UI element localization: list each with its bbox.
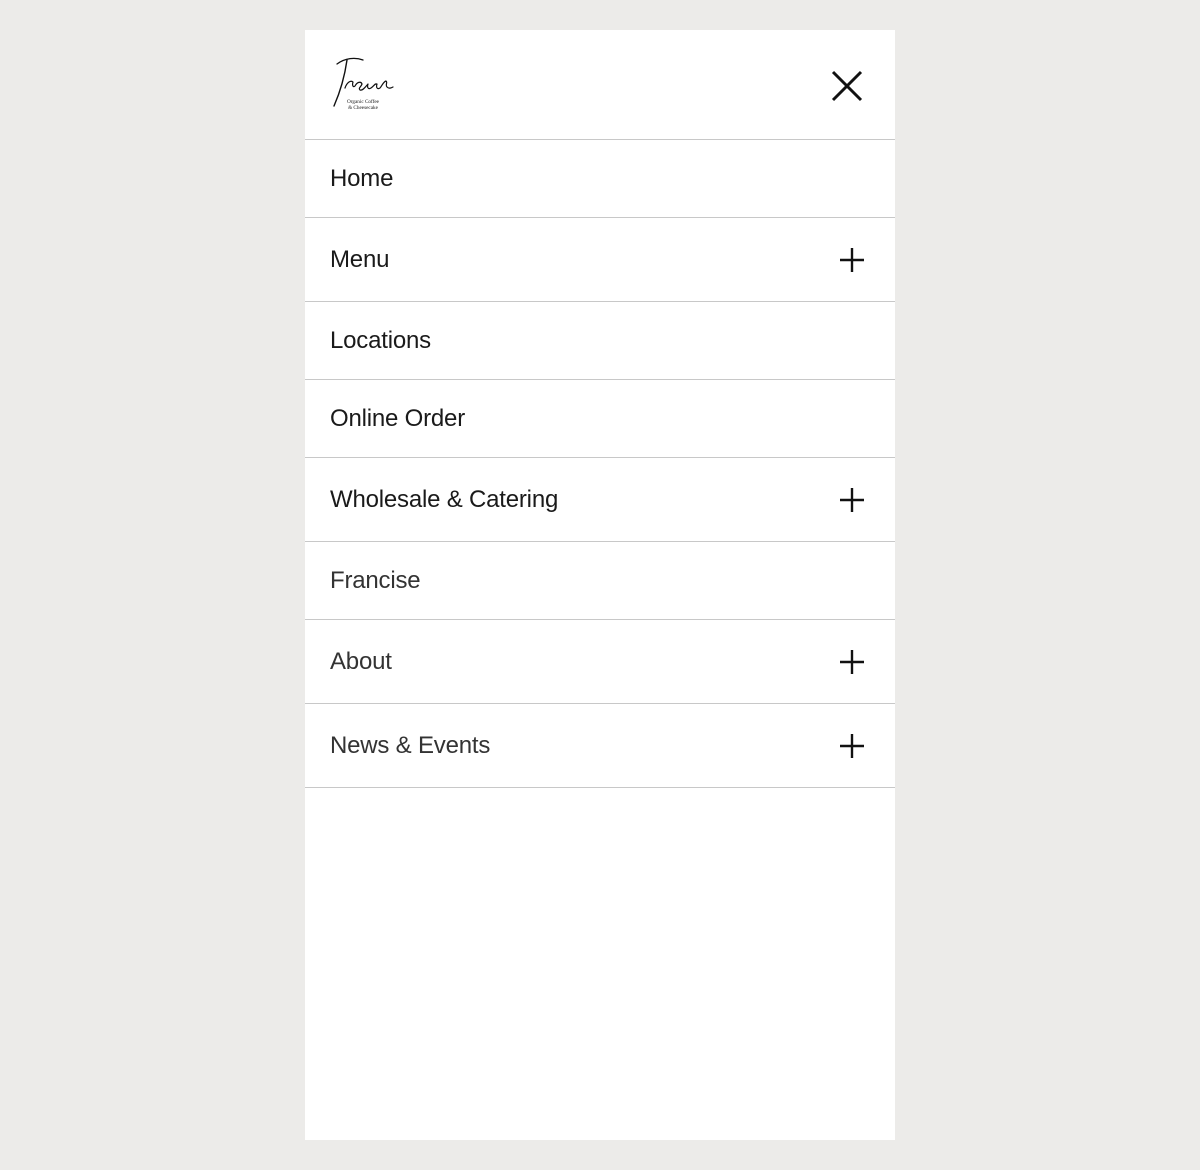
brand-tagline-line2: & Cheesecake bbox=[348, 105, 379, 111]
close-icon bbox=[831, 70, 863, 102]
nav-item-label: Wholesale & Catering bbox=[330, 485, 559, 513]
nav-menu-list: Home Menu Locations Online Order Wholesa… bbox=[305, 140, 895, 788]
nav-item-about[interactable]: About bbox=[305, 620, 895, 704]
nav-item-news-events[interactable]: News & Events bbox=[305, 704, 895, 788]
nav-item-label: Locations bbox=[330, 326, 431, 354]
brand-logo[interactable]: Organic Coffee & Cheesecake bbox=[331, 54, 403, 112]
nav-item-label: Menu bbox=[330, 245, 390, 273]
plus-icon[interactable] bbox=[839, 487, 865, 513]
plus-icon[interactable] bbox=[839, 733, 865, 759]
nav-item-online-order[interactable]: Online Order bbox=[305, 380, 895, 458]
trees-logo-mark: Organic Coffee & Cheesecake bbox=[333, 57, 394, 111]
nav-item-label: News & Events bbox=[330, 731, 491, 759]
plus-icon[interactable] bbox=[839, 649, 865, 675]
close-button[interactable] bbox=[829, 68, 865, 104]
nav-item-locations[interactable]: Locations bbox=[305, 302, 895, 380]
drawer-header: Organic Coffee & Cheesecake bbox=[305, 30, 895, 140]
brand-tagline-line1: Organic Coffee bbox=[347, 98, 380, 105]
mobile-nav-drawer: Organic Coffee & Cheesecake Home Menu Lo… bbox=[305, 30, 895, 1140]
nav-item-label: About bbox=[330, 647, 392, 675]
nav-item-wholesale-catering[interactable]: Wholesale & Catering bbox=[305, 458, 895, 542]
nav-item-francise[interactable]: Francise bbox=[305, 542, 895, 620]
nav-item-label: Online Order bbox=[330, 404, 465, 432]
nav-item-home[interactable]: Home bbox=[305, 140, 895, 218]
plus-icon[interactable] bbox=[839, 247, 865, 273]
nav-item-menu[interactable]: Menu bbox=[305, 218, 895, 302]
nav-item-label: Home bbox=[330, 164, 394, 192]
nav-item-label: Francise bbox=[330, 566, 421, 594]
